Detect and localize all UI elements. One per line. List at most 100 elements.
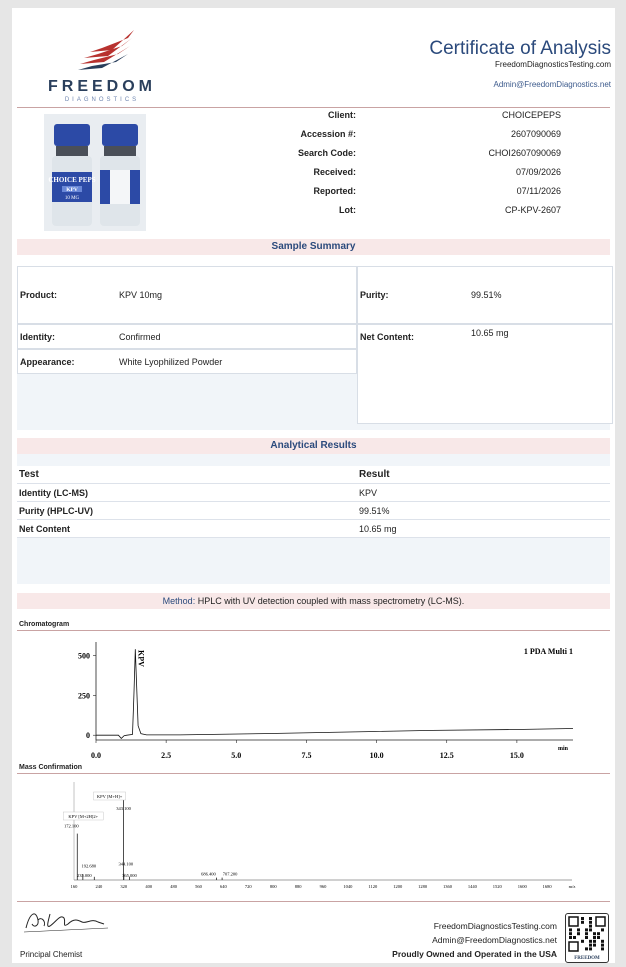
qr-module bbox=[597, 936, 600, 939]
info-label: Client: bbox=[328, 110, 356, 120]
x-tick-label: 1200 bbox=[393, 884, 403, 889]
test-name: Net Content bbox=[19, 524, 70, 534]
y-tick-label: 0 bbox=[86, 731, 90, 740]
x-tick-label: 1600 bbox=[518, 884, 528, 889]
y-tick-label: 250 bbox=[78, 691, 90, 700]
qr-module bbox=[601, 939, 604, 943]
peak-label: 172.100 bbox=[64, 824, 79, 829]
net-content-label: Net Content: bbox=[360, 332, 414, 342]
summary-cell-product: Product: KPV 10mg bbox=[17, 266, 357, 324]
accession-info: Client: CHOICEPEPS Accession #: 2607090069… bbox=[202, 110, 572, 224]
qr-module bbox=[589, 928, 592, 932]
peak-label: 365.000 bbox=[122, 873, 137, 878]
x-tick-label: 1680 bbox=[543, 884, 553, 889]
x-tick-label: 7.5 bbox=[301, 751, 311, 760]
peak-label: 192.680 bbox=[82, 863, 97, 868]
qr-module bbox=[589, 939, 592, 943]
mass-caption: Mass Confirmation bbox=[19, 764, 83, 771]
qr-module bbox=[593, 936, 596, 939]
vial-label-product: KPV bbox=[66, 187, 78, 193]
summary-cell-purity: Purity: 99.51% bbox=[357, 266, 613, 324]
info-row: Reported: 07/11/2026 bbox=[202, 186, 572, 205]
info-value: CHOICEPEPS bbox=[501, 110, 561, 120]
certificate-page: FREEDOM DIAGNOSTICS Certificate of Analy… bbox=[12, 8, 615, 963]
qr-module bbox=[585, 928, 588, 932]
x-tick-label: 720 bbox=[245, 884, 253, 889]
test-result: 99.51% bbox=[359, 506, 390, 516]
summary-cell-identity: Identity: Confirmed bbox=[17, 324, 357, 349]
product-value: KPV 10mg bbox=[119, 290, 163, 300]
product-label: Product: bbox=[20, 290, 57, 300]
annotation-m2h: KPV [M+2H]2+ bbox=[68, 814, 98, 819]
qr-module bbox=[569, 928, 572, 932]
qr-module bbox=[597, 932, 600, 936]
qr-module bbox=[569, 936, 572, 939]
info-label: Search Code: bbox=[297, 148, 356, 158]
info-value: CP-KPV-2607 bbox=[504, 205, 561, 215]
x-tick-label: 1280 bbox=[418, 884, 428, 889]
qr-module bbox=[589, 917, 592, 920]
page-title: Certificate of Analysis bbox=[429, 38, 611, 59]
product-image: CHOICE PEPS KPV 10 MG bbox=[44, 114, 146, 231]
chromatogram-trace bbox=[96, 649, 574, 739]
analytical-results-table: Test Result Identity (LC-MS) KPV Purity … bbox=[17, 454, 610, 584]
qr-module bbox=[593, 932, 596, 936]
chart-legend: 1 PDA Multi 1 bbox=[524, 647, 573, 656]
summary-cell-net-content: Net Content: 10.65 mg bbox=[357, 324, 613, 424]
x-tick-label: 880 bbox=[295, 884, 303, 889]
footer-website: FreedomDiagnosticsTesting.com bbox=[433, 921, 557, 931]
qr-module bbox=[589, 924, 592, 928]
vial-label-brand: CHOICE PEPS bbox=[48, 176, 95, 184]
peak-label: 344.100 bbox=[119, 862, 134, 867]
qr-module bbox=[573, 936, 576, 939]
mass-spectrum-chart: 160 240 320 400 480 560 640 720 800 880 960 1040 112… bbox=[63, 782, 575, 889]
x-tick-label: 1360 bbox=[443, 884, 453, 889]
qr-module bbox=[569, 932, 572, 936]
x-tick-label: 10.0 bbox=[370, 751, 384, 760]
header-divider bbox=[17, 107, 610, 108]
brand-subname: DIAGNOSTICS bbox=[64, 97, 140, 103]
x-tick-label: 400 bbox=[145, 884, 153, 889]
annotation-mh: KPV [M+H]+ bbox=[97, 794, 123, 799]
appearance-value: White Lyophilized Powder bbox=[119, 357, 223, 367]
info-row: Lot: CP-KPV-2607 bbox=[202, 205, 572, 224]
eagle-wing-icon bbox=[78, 30, 134, 70]
info-label: Reported: bbox=[313, 186, 357, 196]
x-tick-label: 0.0 bbox=[91, 751, 101, 760]
qr-code[interactable]: FREEDOM bbox=[565, 913, 609, 963]
qr-finder bbox=[568, 941, 579, 952]
qr-module bbox=[585, 947, 588, 951]
x-tick-label: 640 bbox=[220, 884, 228, 889]
method-text: HPLC with UV detection coupled with mass… bbox=[197, 596, 465, 606]
mass-divider bbox=[17, 773, 610, 774]
x-tick-label: 1520 bbox=[493, 884, 503, 889]
x-tick-label: 1120 bbox=[368, 884, 378, 889]
test-name: Purity (HPLC-UV) bbox=[19, 506, 93, 516]
peak-label: 686.400 bbox=[201, 872, 216, 877]
chromatogram-chart: 500 250 0 0.0 2.5 5.0 7.5 10.0 12.5 15.0 min 1 PDA … bbox=[78, 642, 574, 760]
table-row: Identity (LC-MS) KPV bbox=[17, 484, 610, 502]
qr-module bbox=[589, 947, 592, 951]
chromatogram-caption: Chromatogram bbox=[19, 621, 70, 628]
footer-tagline: Proudly Owned and Operated in the USA bbox=[392, 949, 557, 959]
qr-module bbox=[593, 939, 596, 943]
vial-back bbox=[100, 124, 140, 226]
x-tick-label: 15.0 bbox=[510, 751, 524, 760]
x-tick-label: 960 bbox=[320, 884, 328, 889]
x-tick-label: 320 bbox=[120, 884, 128, 889]
x-tick-label: 1440 bbox=[468, 884, 478, 889]
qr-module bbox=[601, 947, 604, 951]
header-website: FreedomDiagnosticsTesting.com bbox=[494, 60, 611, 69]
info-value: CHOI2607090069 bbox=[488, 148, 561, 158]
col-result: Result bbox=[359, 469, 390, 480]
qr-module bbox=[585, 936, 588, 939]
info-row: Accession #: 2607090069 bbox=[202, 129, 572, 148]
peak-label: 343.100 bbox=[116, 806, 131, 811]
test-result: 10.65 mg bbox=[359, 524, 397, 534]
qr-module bbox=[589, 920, 592, 924]
freedom-logo: FREEDOM DIAGNOSTICS bbox=[42, 26, 162, 106]
identity-label: Identity: bbox=[20, 332, 55, 342]
info-row: Search Code: CHOI2607090069 bbox=[202, 148, 572, 167]
footer-divider bbox=[17, 901, 610, 902]
header-email-link[interactable]: Admin@FreedomDiagnostics.net bbox=[493, 80, 611, 89]
